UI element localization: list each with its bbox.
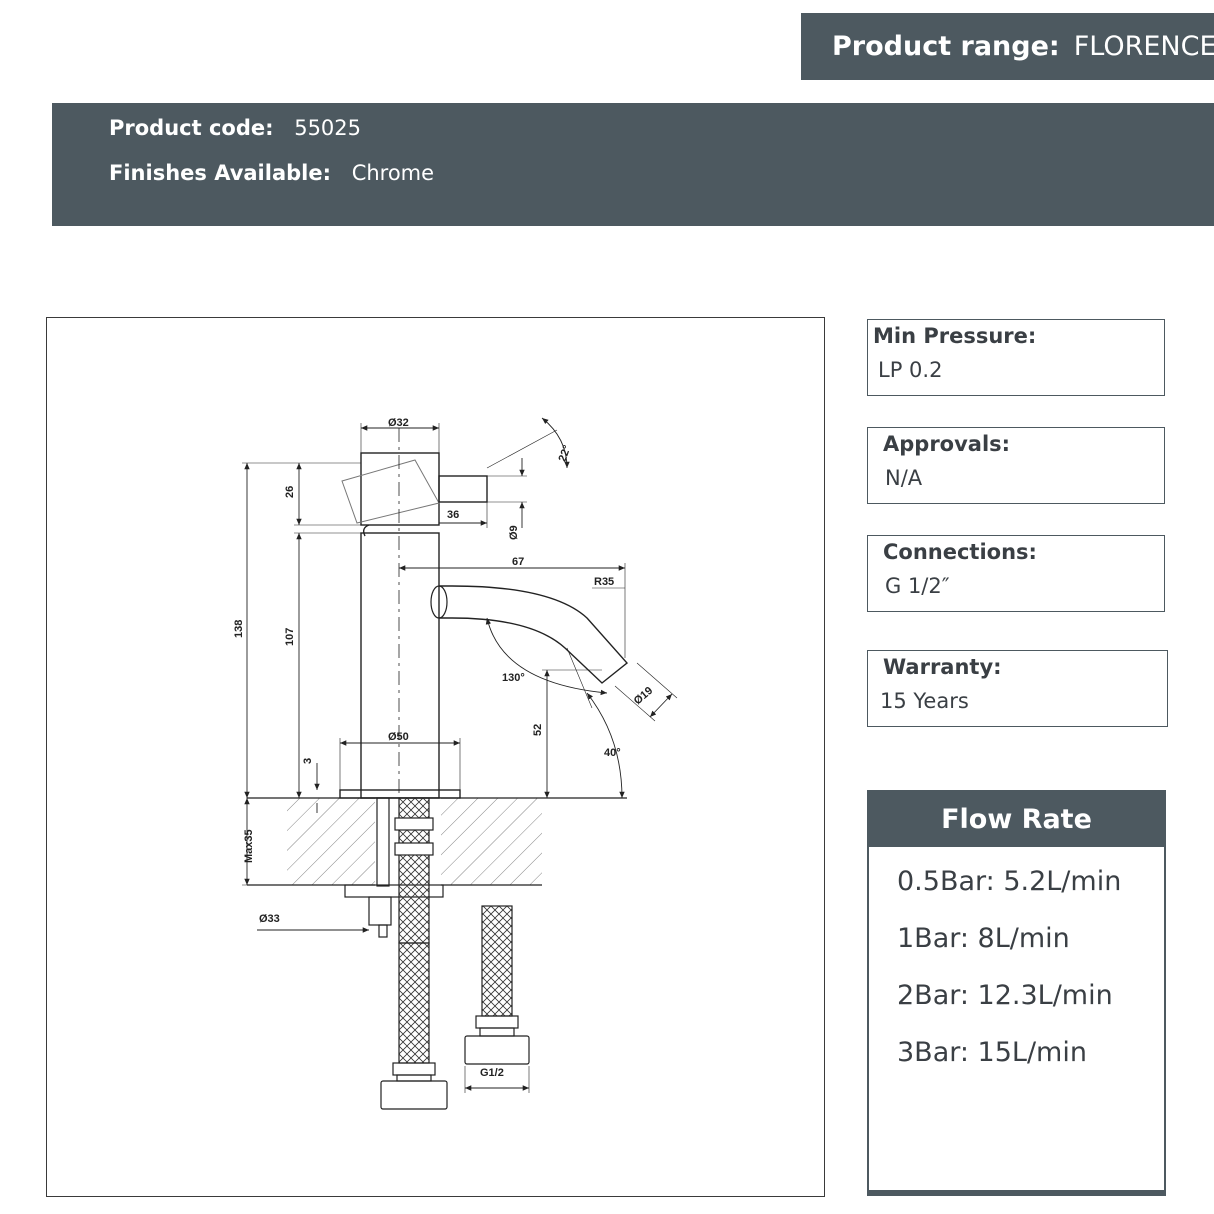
tap-outline <box>339 428 629 799</box>
flow-rate-row: 3Bar: 15L/min <box>897 1037 1087 1068</box>
warranty-value: 15 Years <box>880 689 969 713</box>
warranty-title: Warranty: <box>883 655 1002 679</box>
dim-d32: Ø32 <box>388 417 409 429</box>
technical-drawing-frame: Ø32 22° 26 36 Ø9 67 R35 138 107 130° Ø19… <box>46 317 825 1197</box>
product-range-value: FLORENCE <box>1073 31 1214 62</box>
connections-value: G 1/2″ <box>885 574 950 598</box>
dim-h107: 107 <box>284 628 296 646</box>
product-code-value: 55025 <box>294 116 362 140</box>
dim-h138: 138 <box>233 620 245 638</box>
min-pressure-title: Min Pressure: <box>873 324 1037 348</box>
connections-box: Connections: G 1/2″ <box>867 535 1165 612</box>
finishes-row: Finishes Available: Chrome <box>109 161 434 185</box>
dim-h52: 52 <box>532 724 544 736</box>
dim-l36: 36 <box>447 509 459 521</box>
dim-h3: 3 <box>302 758 314 764</box>
approvals-title: Approvals: <box>883 432 1011 456</box>
dim-max35: Max35 <box>243 829 255 863</box>
flow-rate-row: 1Bar: 8L/min <box>897 923 1070 954</box>
flow-rate-panel: Flow Rate 0.5Bar: 5.2L/min 1Bar: 8L/min … <box>867 790 1166 1196</box>
dim-a22: 22° <box>557 444 574 464</box>
finishes-label: Finishes Available: <box>109 161 331 185</box>
countertop-section <box>247 797 627 886</box>
dim-d50: Ø50 <box>388 731 409 743</box>
dim-h26: 26 <box>284 486 296 498</box>
product-range-label: Product range: <box>832 31 1060 62</box>
product-info-bar: Product code: 55025 Finishes Available: … <box>52 103 1214 226</box>
dim-l67: 67 <box>512 556 524 568</box>
warranty-box: Warranty: 15 Years <box>867 650 1168 727</box>
finishes-value: Chrome <box>351 161 435 185</box>
min-pressure-box: Min Pressure: LP 0.2 <box>867 319 1165 396</box>
flow-rate-title: Flow Rate <box>869 792 1164 847</box>
product-code-row: Product code: 55025 <box>109 116 361 140</box>
product-range-banner: Product range: FLORENCE <box>801 13 1214 80</box>
dim-r35: R35 <box>594 576 614 588</box>
flow-rate-row: 0.5Bar: 5.2L/min <box>897 866 1122 897</box>
dim-a130: 130° <box>502 672 525 684</box>
dim-d33: Ø33 <box>259 913 280 925</box>
connections-title: Connections: <box>883 540 1037 564</box>
tap-technical-drawing: Ø32 22° 26 36 Ø9 67 R35 138 107 130° Ø19… <box>233 417 678 1110</box>
flow-rate-row: 2Bar: 12.3L/min <box>897 980 1113 1011</box>
approvals-box: Approvals: N/A <box>867 427 1165 504</box>
dim-g12: G1/2 <box>480 1067 504 1079</box>
dim-a40: 40° <box>604 747 621 759</box>
min-pressure-value: LP 0.2 <box>878 358 943 382</box>
approvals-value: N/A <box>885 466 923 490</box>
dim-d9: Ø9 <box>508 525 520 540</box>
product-code-label: Product code: <box>109 116 274 140</box>
